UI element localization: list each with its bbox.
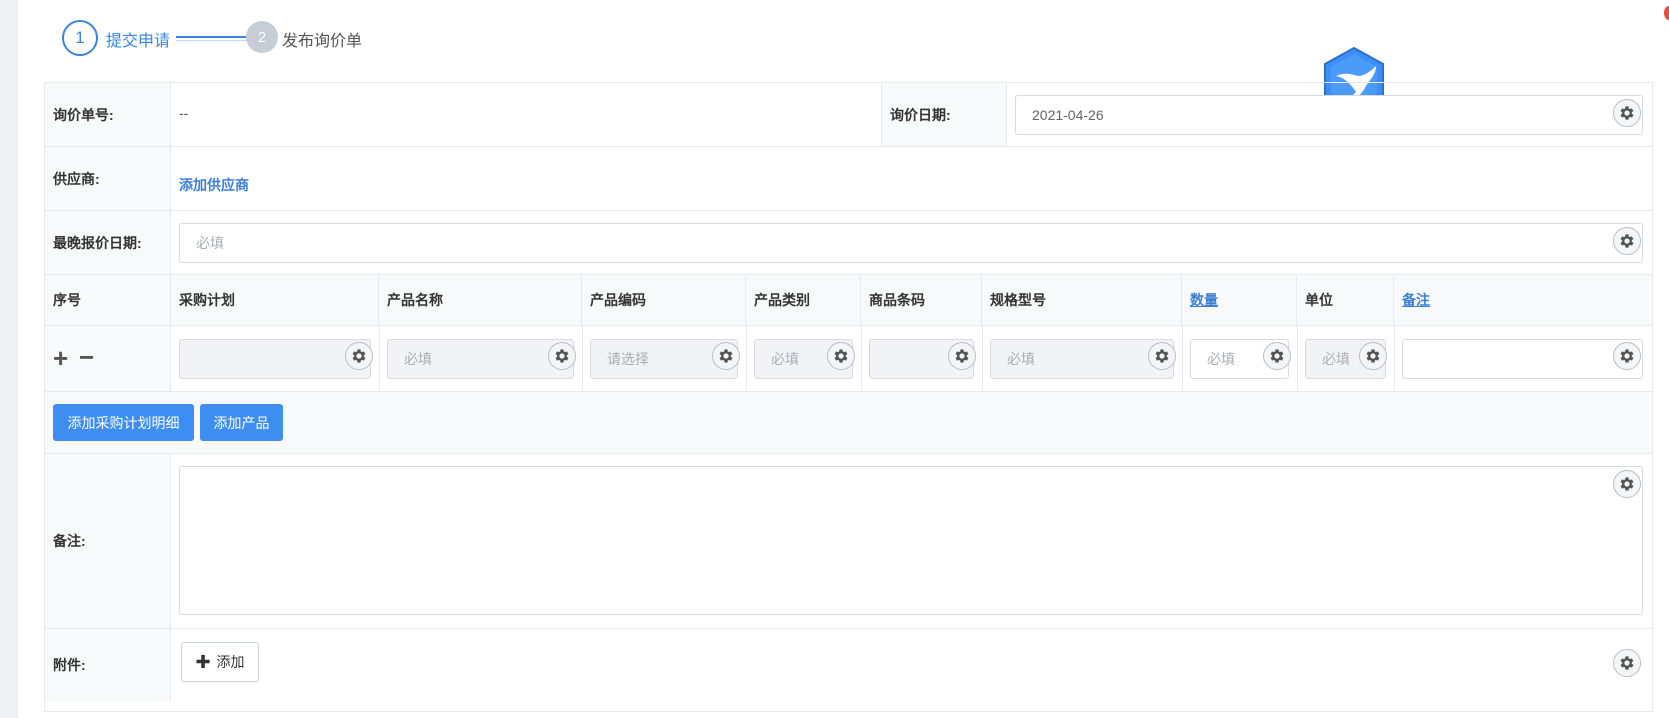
add-supplier-link[interactable]: 添加供应商: [179, 175, 249, 195]
supplier-label: 供应商:: [45, 147, 171, 210]
gear-icon[interactable]: [345, 342, 373, 370]
gear-icon[interactable]: [1613, 99, 1641, 127]
col-product-code: 产品编码: [582, 275, 746, 325]
minus-icon[interactable]: −: [79, 344, 94, 370]
deadline-label: 最晚报价日期:: [45, 211, 171, 274]
step-1-number: 1: [62, 20, 98, 56]
inquiry-no-value: --: [179, 105, 189, 121]
remarks-label: 备注:: [45, 454, 171, 628]
col-remark[interactable]: 备注: [1394, 275, 1652, 325]
purchase-plan-input[interactable]: [179, 339, 371, 379]
table-row: + − 必填 请选择 必填 必填 必填 必填: [45, 326, 1652, 392]
attachment-label: 附件:: [45, 629, 171, 701]
col-spec: 规格型号: [982, 275, 1182, 325]
row-attachments: 附件: ✚ 添加: [45, 629, 1652, 701]
col-quantity[interactable]: 数量: [1182, 275, 1297, 325]
gear-icon[interactable]: [827, 342, 855, 370]
row-supplier: 供应商: 添加供应商: [45, 147, 1652, 211]
plus-icon[interactable]: +: [53, 345, 68, 371]
row-deadline: 最晚报价日期: 必填: [45, 211, 1652, 275]
gear-icon[interactable]: [1359, 342, 1387, 370]
gear-icon[interactable]: [1613, 470, 1641, 498]
notification-dot: [1664, 6, 1669, 20]
row-inquiry-info: 询价单号: -- 询价日期: 2021-04-26: [45, 83, 1652, 147]
inquiry-date-input[interactable]: 2021-04-26: [1015, 95, 1643, 135]
deadline-input[interactable]: 必填: [179, 223, 1643, 263]
step-1-label: 提交申请: [106, 33, 171, 50]
gear-icon[interactable]: [548, 342, 576, 370]
inquiry-no-label: 询价单号:: [45, 83, 171, 146]
col-product-name: 产品名称: [379, 275, 582, 325]
gear-icon[interactable]: [1263, 342, 1291, 370]
spec-input[interactable]: 必填: [990, 339, 1174, 379]
step-connector: [176, 36, 250, 41]
gear-icon[interactable]: [1613, 227, 1641, 255]
inquiry-date-value: 2021-04-26: [1032, 107, 1104, 123]
step-2-label: 发布询价单: [282, 33, 363, 50]
row-table-actions: 添加采购计划明细 添加产品: [45, 392, 1652, 454]
product-name-input[interactable]: 必填: [387, 339, 574, 379]
col-unit: 单位: [1297, 275, 1394, 325]
col-purchase-plan: 采购计划: [171, 275, 379, 325]
gear-icon[interactable]: [1148, 342, 1176, 370]
gear-icon[interactable]: [948, 342, 976, 370]
plus-icon: ✚: [195, 651, 211, 672]
gear-icon[interactable]: [712, 342, 740, 370]
add-attachment-button[interactable]: ✚ 添加: [181, 642, 259, 682]
add-plan-detail-button[interactable]: 添加采购计划明细: [53, 404, 194, 441]
deadline-placeholder: 必填: [196, 235, 224, 251]
table-header: 序号 采购计划 产品名称 产品编码 产品类别 商品条码 规格型号 数量 单位 备…: [45, 275, 1652, 326]
remarks-textarea[interactable]: [179, 466, 1643, 615]
inquiry-form: 询价单号: -- 询价日期: 2021-04-26 供应商: 添加供应商 最晚报…: [44, 82, 1653, 712]
remark-input[interactable]: [1402, 339, 1643, 379]
col-barcode: 商品条码: [861, 275, 982, 325]
step-2-number: 2: [246, 21, 278, 53]
add-product-button[interactable]: 添加产品: [200, 404, 283, 441]
gear-icon[interactable]: [1613, 342, 1641, 370]
gear-icon[interactable]: [1613, 649, 1641, 677]
left-panel-edge: [0, 0, 18, 718]
inquiry-date-label: 询价日期:: [881, 83, 1007, 146]
row-remarks: 备注:: [45, 454, 1652, 629]
col-index: 序号: [45, 275, 171, 325]
col-product-category: 产品类别: [746, 275, 861, 325]
